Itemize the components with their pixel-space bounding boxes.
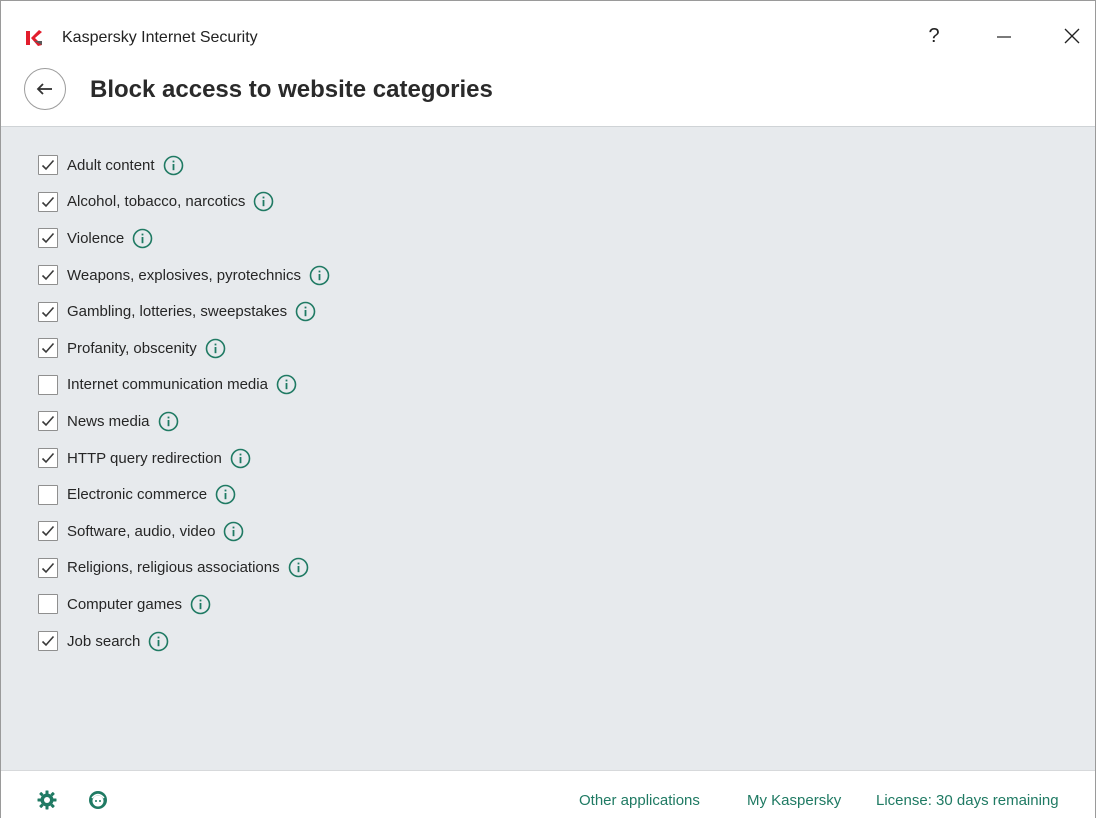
back-button[interactable] (24, 68, 66, 110)
category-label[interactable]: Gambling, lotteries, sweepstakes (67, 303, 287, 320)
info-icon[interactable] (288, 557, 309, 578)
help-button[interactable]: ? (911, 19, 957, 53)
page-title: Block access to website categories (90, 76, 493, 103)
category-label[interactable]: News media (67, 413, 150, 430)
info-icon[interactable] (158, 411, 179, 432)
info-icon[interactable] (163, 155, 184, 176)
category-label[interactable]: Internet communication media (67, 376, 268, 393)
categories-panel: Adult content Alcohol, tobacco, narcotics… (1, 126, 1095, 770)
category-label[interactable]: Profanity, obscenity (67, 340, 197, 357)
checkmark-icon (41, 233, 55, 244)
category-checkbox[interactable] (38, 301, 58, 322)
category-item: Religions, religious associations (38, 550, 330, 587)
category-checkbox[interactable] (38, 484, 58, 505)
checkmark-icon (41, 270, 55, 281)
info-icon[interactable] (132, 228, 153, 249)
category-label[interactable]: Software, audio, video (67, 523, 215, 540)
category-item: Profanity, obscenity (38, 330, 330, 367)
window-title: Kaspersky Internet Security (62, 29, 258, 46)
support-agent-icon[interactable] (87, 789, 109, 811)
category-item: Alcohol, tobacco, narcotics (38, 184, 330, 221)
info-icon[interactable] (205, 338, 226, 359)
my-kaspersky-link[interactable]: My Kaspersky (747, 792, 841, 809)
category-label[interactable]: Adult content (67, 157, 155, 174)
footer-bar: Other applications My Kaspersky License:… (1, 770, 1095, 818)
category-checkbox[interactable] (38, 631, 58, 652)
category-label[interactable]: HTTP query redirection (67, 450, 222, 467)
minimize-icon (997, 36, 1011, 38)
category-checkbox[interactable] (38, 411, 58, 432)
info-icon[interactable] (309, 265, 330, 286)
category-label[interactable]: Alcohol, tobacco, narcotics (67, 193, 245, 210)
checkmark-icon (41, 306, 55, 317)
category-label[interactable]: Computer games (67, 596, 182, 613)
app-window: Kaspersky Internet Security ? Block acce… (0, 0, 1096, 818)
info-icon[interactable] (295, 301, 316, 322)
category-checkbox[interactable] (38, 448, 58, 469)
category-item: Computer games (38, 586, 330, 623)
checkmark-icon (41, 635, 55, 647)
category-label[interactable]: Job search (67, 633, 140, 650)
category-checkbox[interactable] (38, 191, 58, 212)
checkmark-icon (41, 526, 55, 537)
category-item: HTTP query redirection (38, 440, 330, 477)
close-button[interactable] (1049, 19, 1095, 53)
checkmark-icon (41, 562, 55, 573)
other-applications-link[interactable]: Other applications (579, 792, 700, 809)
category-checkbox[interactable] (38, 594, 58, 615)
gear-icon[interactable] (36, 789, 58, 811)
minimize-button[interactable] (981, 19, 1027, 53)
category-label[interactable]: Electronic commerce (67, 486, 207, 503)
category-item: Adult content (38, 147, 330, 184)
category-label[interactable]: Violence (67, 230, 124, 247)
category-item: Internet communication media (38, 367, 330, 404)
checkmark-icon (41, 453, 55, 464)
checkmark-icon (41, 343, 55, 354)
checkmark-icon (41, 196, 55, 208)
category-checkbox[interactable] (38, 265, 58, 286)
checkmark-icon (41, 160, 55, 171)
category-list: Adult content Alcohol, tobacco, narcotics… (38, 147, 330, 659)
info-icon[interactable] (253, 191, 274, 212)
checkmark-icon (41, 416, 55, 427)
category-item: Gambling, lotteries, sweepstakes (38, 293, 330, 330)
category-label[interactable]: Religions, religious associations (67, 559, 280, 576)
category-item: Software, audio, video (38, 513, 330, 550)
category-checkbox[interactable] (38, 557, 58, 578)
kaspersky-logo-icon (25, 29, 43, 47)
info-icon[interactable] (230, 448, 251, 469)
category-item: News media (38, 403, 330, 440)
category-item: Weapons, explosives, pyrotechnics (38, 257, 330, 294)
category-checkbox[interactable] (38, 338, 58, 359)
category-item: Electronic commerce (38, 476, 330, 513)
category-checkbox[interactable] (38, 521, 58, 542)
category-item: Violence (38, 220, 330, 257)
arrow-left-icon (36, 83, 52, 95)
category-checkbox[interactable] (38, 374, 58, 395)
category-checkbox[interactable] (38, 155, 58, 176)
category-label[interactable]: Weapons, explosives, pyrotechnics (67, 267, 301, 284)
license-link[interactable]: License: 30 days remaining (876, 792, 1059, 809)
category-checkbox[interactable] (38, 228, 58, 249)
info-icon[interactable] (276, 374, 297, 395)
close-icon (1064, 28, 1080, 44)
title-bar: Kaspersky Internet Security ? (1, 1, 1095, 57)
help-label: ? (928, 24, 940, 47)
info-icon[interactable] (190, 594, 211, 615)
category-item: Job search (38, 623, 330, 660)
info-icon[interactable] (148, 631, 169, 652)
info-icon[interactable] (223, 521, 244, 542)
info-icon[interactable] (215, 484, 236, 505)
page-header: Block access to website categories (1, 57, 1095, 126)
